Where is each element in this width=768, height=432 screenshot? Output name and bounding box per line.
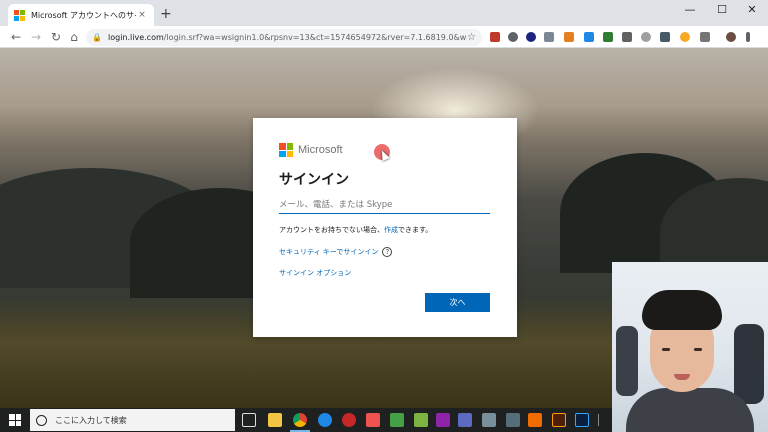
email-field[interactable] [279,196,490,214]
edge-icon[interactable] [318,413,332,427]
address-bar[interactable]: 🔒 login.live.com/login.srf?wa=wsignin1.0… [86,29,482,46]
maximize-button[interactable]: ☐ [712,3,732,16]
taskbar-divider [598,414,604,426]
microsoft-favicon-icon [14,9,25,21]
illustrator-icon[interactable] [552,413,566,427]
browser-titlebar: Microsoft アカウントへのサインイン × + — ☐ ✕ [0,0,768,26]
security-key-label[interactable]: セキュリティ キーでサインイン [279,247,378,257]
extension-icon[interactable] [544,32,554,42]
app-icon[interactable] [506,413,520,427]
forward-button[interactable]: → [28,29,44,45]
url-text: login.live.com/login.srf?wa=wsignin1.0&r… [108,33,467,42]
extension-icon[interactable] [680,32,690,42]
gaming-chair-left [616,326,638,396]
tab-signin[interactable]: Microsoft アカウントへのサインイン × [8,4,154,26]
close-window-button[interactable]: ✕ [742,3,762,16]
no-account-suffix: できます。 [398,226,433,234]
bookmark-star-icon[interactable]: ☆ [467,32,476,43]
extension-icon[interactable] [603,32,613,42]
profile-avatar[interactable] [726,32,736,42]
tab-title: Microsoft アカウントへのサインイン [31,10,136,20]
reload-button[interactable]: ↻ [48,29,64,45]
page-title: サインイン [279,172,349,188]
presenter-body [626,388,754,432]
extension-icon[interactable] [584,32,594,42]
extension-icon[interactable] [700,32,710,42]
tab-close-icon[interactable]: × [136,10,148,20]
minimize-button[interactable]: — [680,3,700,16]
search-icon [36,414,47,426]
gaming-chair-right [734,324,764,404]
extension-icon[interactable] [508,32,518,42]
app-icon[interactable] [414,413,428,427]
presenter-hair [642,290,722,330]
extension-icon[interactable] [622,32,632,42]
home-button[interactable]: ⌂ [66,29,82,45]
next-button[interactable]: 次へ [425,293,490,312]
browser-toolbar: ← → ↻ ⌂ 🔒 login.live.com/login.srf?wa=ws… [0,26,768,48]
file-explorer-icon[interactable] [268,413,282,427]
extension-icon[interactable] [564,32,574,42]
app-icon[interactable] [458,413,472,427]
extension-icon[interactable] [660,32,670,42]
no-account-prefix: アカウントをお持ちでない場合、 [279,226,384,234]
chrome-icon[interactable] [293,413,307,427]
microsoft-logo: Microsoft [279,143,343,157]
webcam-overlay [612,262,768,432]
app-icon[interactable] [482,413,496,427]
taskbar-search-placeholder: ここに入力して検索 [55,415,127,425]
windows-logo-icon[interactable] [9,414,21,426]
back-button[interactable]: ← [8,29,24,45]
camtasia-icon[interactable] [390,413,404,427]
menu-kebab-icon[interactable] [746,32,750,42]
app-icon[interactable] [366,413,380,427]
create-account-link[interactable]: 作成 [384,226,398,234]
no-account-text: アカウントをお持ちでない場合、作成できます。 [279,225,432,235]
photoshop-icon[interactable] [575,413,589,427]
app-icon[interactable] [528,413,542,427]
app-icon[interactable] [436,413,450,427]
help-icon[interactable]: ? [382,247,393,257]
app-icon[interactable] [342,413,356,427]
extension-icon[interactable] [526,32,536,42]
lock-icon[interactable]: 🔒 [92,33,102,42]
extension-icon[interactable] [490,32,500,42]
signin-options-link[interactable]: サインイン オプション [279,268,351,278]
presenter-eye [694,348,702,351]
microsoft-wordmark: Microsoft [298,144,343,156]
new-tab-button[interactable]: + [160,7,172,21]
url-host: login.live.com [108,33,164,42]
extension-icon[interactable] [641,32,651,42]
security-key-signin-link[interactable]: セキュリティ キーでサインイン ? [279,247,393,257]
url-path: /login.srf?wa=wsignin1.0&rpsnv=13&ct=157… [163,33,468,42]
microsoft-logo-icon [279,143,293,157]
presenter-eye [662,348,670,351]
task-view-icon[interactable] [242,413,256,427]
taskbar-search-box[interactable]: ここに入力して検索 [30,409,235,431]
